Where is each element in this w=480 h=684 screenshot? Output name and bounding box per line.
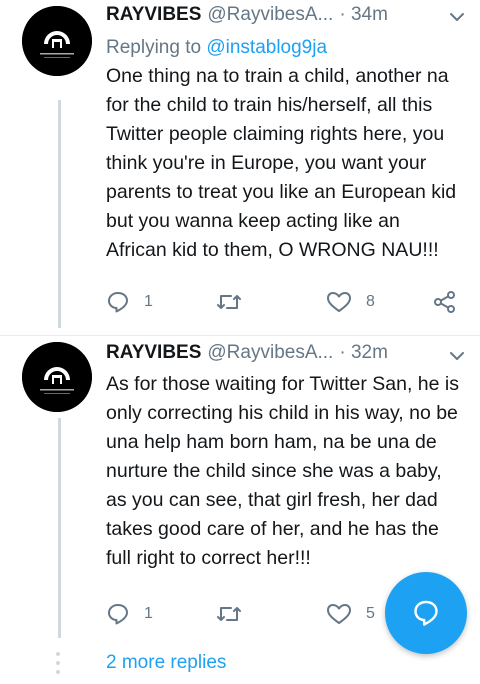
share-icon — [434, 291, 455, 313]
tweet-divider — [0, 335, 480, 336]
replying-to: Replying to @instablog9ja — [106, 37, 327, 59]
tweet-text: As for those waiting for Twitter San, he… — [106, 373, 459, 569]
tweet-text: One thing na to train a child, another n… — [106, 65, 457, 261]
reply-icon — [108, 292, 128, 313]
retweet-icon — [217, 607, 241, 621]
tweet-time[interactable]: · 34m — [339, 4, 388, 26]
share-button[interactable] — [432, 290, 458, 314]
retweet-button[interactable] — [216, 602, 256, 626]
like-button[interactable]: 8 — [326, 290, 375, 314]
retweet-icon — [217, 295, 241, 309]
compose-reply-icon — [414, 600, 438, 626]
heart-icon — [327, 604, 351, 624]
like-button[interactable]: 5 — [326, 602, 375, 626]
more-replies-dots — [56, 652, 62, 679]
replying-to-label: Replying to — [106, 37, 207, 58]
rayvibes-logo — [22, 6, 92, 76]
user-handle[interactable]: @RayvibesA... — [207, 342, 333, 364]
more-replies-link[interactable]: 2 more replies — [106, 652, 226, 674]
tweet-actions: 1 8 — [106, 290, 466, 316]
like-count: 8 — [366, 293, 375, 310]
avatar[interactable] — [22, 6, 92, 76]
reply-count: 1 — [144, 293, 153, 310]
reply-button[interactable]: 1 — [106, 290, 153, 314]
reply-button[interactable]: 1 — [106, 602, 153, 626]
compose-reply-button[interactable] — [385, 572, 467, 654]
replying-to-mention[interactable]: @instablog9ja — [206, 37, 327, 58]
rayvibes-logo — [22, 342, 92, 412]
avatar[interactable] — [22, 342, 92, 412]
display-name[interactable]: RAYVIBES — [106, 4, 201, 26]
retweet-button[interactable] — [216, 290, 256, 314]
like-count: 5 — [366, 605, 375, 622]
tweet-header: RAYVIBES @RayvibesA... · 34m — [106, 4, 446, 32]
reply-icon — [108, 604, 128, 625]
heart-icon — [327, 292, 351, 312]
thread-line — [58, 100, 61, 328]
tweet-header: RAYVIBES @RayvibesA... · 32m — [106, 342, 446, 370]
user-handle[interactable]: @RayvibesA... — [207, 4, 333, 26]
thread-line — [58, 418, 61, 638]
chevron-down-icon[interactable] — [448, 347, 466, 365]
reply-count: 1 — [144, 605, 153, 622]
display-name[interactable]: RAYVIBES — [106, 342, 201, 364]
tweet-time[interactable]: · 32m — [339, 342, 388, 364]
chevron-down-icon[interactable] — [448, 8, 466, 26]
